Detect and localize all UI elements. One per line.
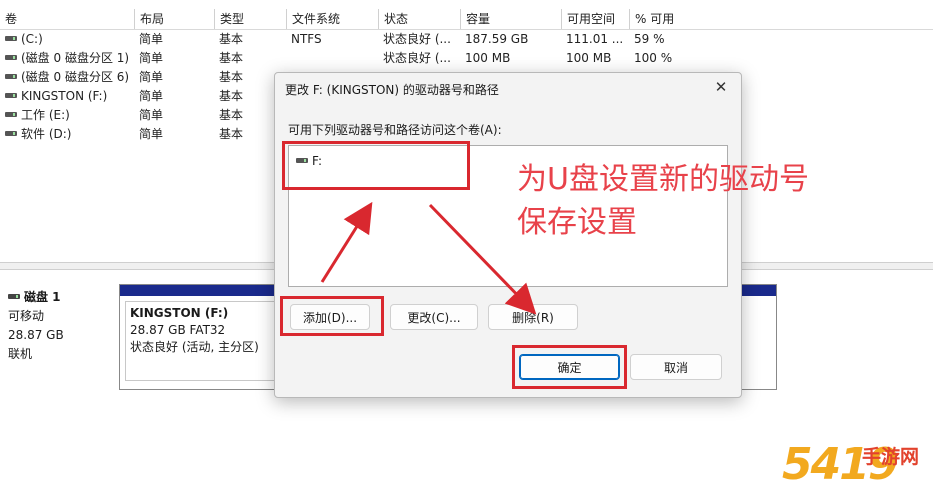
volume-name: (磁盘 0 磁盘分区 1) — [21, 51, 130, 65]
drive-icon — [296, 158, 308, 163]
volume-type: 基本 — [219, 32, 244, 46]
volume-row[interactable]: (C:) 简单 基本 NTFS 状态良好 (... 187.59 GB 111.… — [0, 30, 933, 49]
volume-status: 状态良好 (... — [383, 32, 451, 46]
column-header-free-space[interactable]: 可用空间 — [561, 9, 629, 29]
column-header-volume[interactable]: 卷 — [0, 9, 134, 29]
column-header-layout[interactable]: 布局 — [134, 9, 214, 29]
partition-details: KINGSTON (F:) 28.87 GB FAT32 状态良好 (活动, 主… — [125, 301, 275, 381]
drive-letter-label: F: — [312, 154, 323, 168]
disk-icon — [8, 294, 20, 299]
volume-icon — [5, 55, 17, 60]
ok-button[interactable]: 确定 — [519, 354, 620, 380]
volume-free-space: 100 MB — [566, 51, 612, 65]
volume-percent-free: 59 % — [634, 32, 665, 46]
dialog-title: 更改 F: (KINGSTON) 的驱动器号和路径 — [285, 83, 499, 97]
column-header-type[interactable]: 类型 — [214, 9, 286, 29]
disk-type: 可移动 — [8, 309, 45, 323]
column-header-capacity[interactable]: 容量 — [460, 9, 561, 29]
partition-size-fs: 28.87 GB FAT32 — [130, 323, 226, 337]
volume-row[interactable]: (磁盘 0 磁盘分区 1) 简单 基本 状态良好 (... 100 MB 100… — [0, 49, 933, 68]
volume-layout: 简单 — [139, 51, 164, 65]
disk-size: 28.87 GB — [8, 328, 64, 342]
change-drive-letter-dialog: 更改 F: (KINGSTON) 的驱动器号和路径 ✕ 可用下列驱动器号和路径访… — [274, 72, 742, 398]
volume-status: 状态良好 (... — [383, 51, 451, 65]
column-header-percent-free[interactable]: % 可用 — [629, 9, 933, 29]
volume-icon — [5, 36, 17, 41]
volume-free-space: 111.01 ... — [566, 32, 624, 46]
volume-filesystem — [286, 49, 378, 68]
volume-name: 工作 (E:) — [21, 108, 70, 122]
cancel-button[interactable]: 取消 — [630, 354, 722, 380]
volume-list-header: 卷 布局 类型 文件系统 状态 容量 可用空间 % 可用 — [0, 9, 933, 30]
volume-layout: 简单 — [139, 127, 164, 141]
volume-filesystem: NTFS — [291, 32, 322, 46]
disk-info: 磁盘 1 可移动 28.87 GB 联机 — [8, 288, 108, 364]
volume-type: 基本 — [219, 51, 244, 65]
volume-icon — [5, 112, 17, 117]
partition-status: 状态良好 (活动, 主分区) — [130, 340, 259, 354]
site-watermark-logo: 5419 手游网 — [782, 440, 932, 498]
volume-icon — [5, 74, 17, 79]
disk-status: 联机 — [8, 347, 33, 361]
watermark-text: 手游网 — [862, 446, 920, 468]
column-header-status[interactable]: 状态 — [378, 9, 460, 29]
volume-percent-free: 100 % — [634, 51, 673, 65]
column-header-filesystem[interactable]: 文件系统 — [286, 9, 378, 29]
disk-title: 磁盘 1 — [24, 290, 61, 304]
close-icon[interactable]: ✕ — [711, 77, 731, 97]
volume-layout: 简单 — [139, 32, 164, 46]
annotation-text-line1: 为U盘设置新的驱动号 — [517, 162, 809, 197]
volume-name: 软件 (D:) — [21, 127, 72, 141]
remove-button[interactable]: 删除(R) — [488, 304, 578, 330]
volume-layout: 简单 — [139, 89, 164, 103]
volume-icon — [5, 93, 17, 98]
volume-name: (C:) — [21, 32, 43, 46]
annotation-text-line2: 保存设置 — [517, 205, 637, 240]
volume-icon — [5, 131, 17, 136]
volume-capacity: 187.59 GB — [465, 32, 529, 46]
change-button[interactable]: 更改(C)... — [390, 304, 478, 330]
volume-name: (磁盘 0 磁盘分区 6) — [21, 70, 130, 84]
volume-layout: 简单 — [139, 70, 164, 84]
volume-name: KINGSTON (F:) — [21, 89, 108, 103]
add-button[interactable]: 添加(D)... — [290, 304, 370, 330]
volume-layout: 简单 — [139, 108, 164, 122]
dialog-prompt: 可用下列驱动器号和路径访问这个卷(A): — [288, 123, 502, 137]
list-item[interactable]: F: — [296, 154, 322, 168]
partition-name: KINGSTON (F:) — [130, 306, 229, 320]
volume-capacity: 100 MB — [465, 51, 511, 65]
